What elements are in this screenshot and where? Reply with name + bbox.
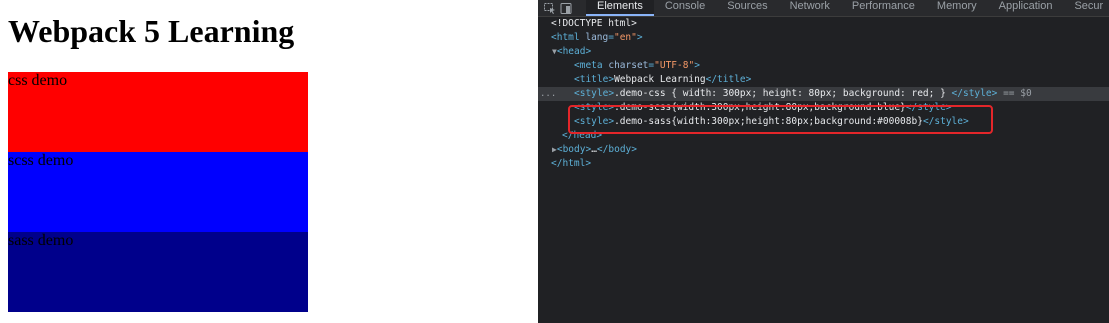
- body-open-tag: body: [562, 144, 586, 155]
- lang-value: "en": [613, 32, 637, 43]
- dom-doctype-row[interactable]: <!DOCTYPE html>: [538, 17, 1109, 31]
- device-toggle-icon[interactable]: [560, 1, 572, 15]
- title-text: Webpack Learning: [614, 74, 706, 85]
- charset-value: "UTF-8": [654, 60, 695, 71]
- demo-css-label: css demo: [8, 72, 68, 89]
- demo-scss-box: scss demo: [8, 152, 308, 232]
- dom-html-row[interactable]: <html lang="en">: [538, 31, 1109, 45]
- page-heading: Webpack 5 Learning: [8, 13, 295, 49]
- dom-title-row[interactable]: <title>Webpack Learning</title>: [538, 73, 1109, 87]
- dom-html-close-row[interactable]: </html>: [538, 157, 1109, 171]
- charset-attr: charset: [608, 60, 649, 71]
- devtools-panel: Elements Console Sources Network Perform…: [538, 0, 1109, 323]
- tab-network[interactable]: Network: [779, 0, 841, 16]
- lang-attr: lang: [585, 32, 609, 43]
- tab-elements[interactable]: Elements: [586, 0, 654, 16]
- demo-sass-box: sass demo: [8, 232, 308, 312]
- dom-head-row[interactable]: ▼<head>: [538, 45, 1109, 59]
- tab-performance[interactable]: Performance: [841, 0, 926, 16]
- demo-css-box: css demo: [8, 72, 308, 152]
- tab-security[interactable]: Secur: [1063, 0, 1109, 16]
- row-ellipsis[interactable]: ...: [540, 87, 556, 101]
- dom-meta-row[interactable]: <meta charset="UTF-8">: [538, 59, 1109, 73]
- element-picker-icon[interactable]: [544, 1, 556, 15]
- doctype-text: <!DOCTYPE html>: [551, 18, 637, 29]
- style-close-tag: style: [962, 88, 992, 99]
- body-close-tag: body: [608, 144, 632, 155]
- dom-style-css-row[interactable]: ... <style>.demo-css { width: 300px; heig…: [538, 87, 1109, 101]
- title-open-tag: title: [579, 74, 609, 85]
- tab-memory[interactable]: Memory: [926, 0, 988, 16]
- title-close-tag: title: [717, 74, 746, 85]
- html-close-tag: html: [562, 158, 586, 169]
- tab-application[interactable]: Application: [988, 0, 1064, 16]
- html-tag: html: [556, 32, 580, 43]
- highlight-annotation-box: [568, 105, 993, 134]
- dom-tree: <!DOCTYPE html> <html lang="en"> ▼<head>…: [538, 17, 1109, 171]
- tab-sources[interactable]: Sources: [716, 0, 778, 16]
- rendered-page: Webpack 5 Learning css demo scss demo sa…: [0, 0, 538, 323]
- head-tag: head: [562, 46, 586, 57]
- demo-sass-label: sass demo: [8, 232, 74, 249]
- dom-body-row[interactable]: ▶<body>…</body>: [538, 143, 1109, 157]
- meta-tag: meta: [579, 60, 603, 71]
- devtools-toolbar: Elements Console Sources Network Perform…: [538, 0, 1109, 17]
- style-open-tag: style: [579, 88, 609, 99]
- style-css-content: .demo-css { width: 300px; height: 80px; …: [614, 88, 952, 99]
- selected-node-marker: == $0: [1003, 88, 1032, 99]
- tab-console[interactable]: Console: [654, 0, 716, 16]
- demo-scss-label: scss demo: [8, 152, 74, 169]
